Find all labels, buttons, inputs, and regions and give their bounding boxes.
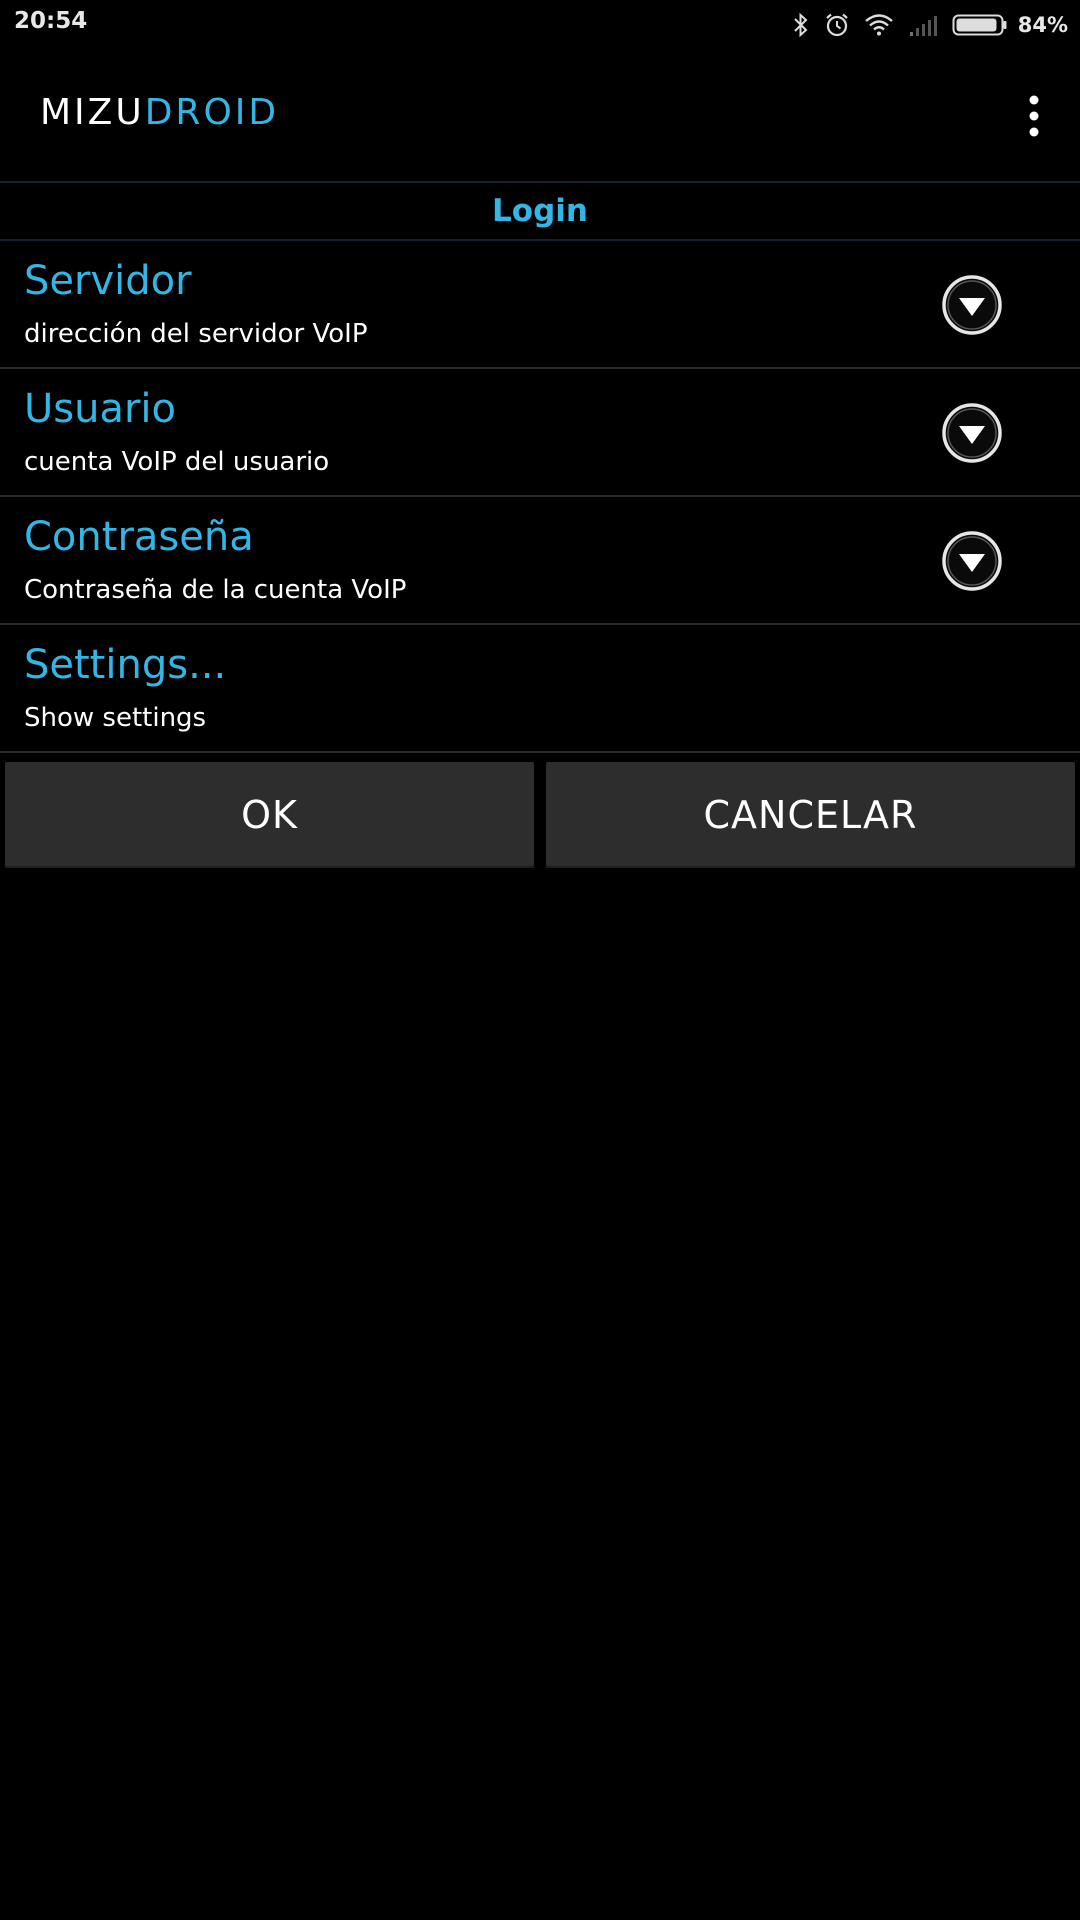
status-icons: 84%	[778, 10, 1068, 40]
more-vert-icon[interactable]	[1006, 86, 1062, 146]
button-bar: OK CANCELAR	[0, 762, 1080, 868]
preference-list: Servidor dirección del servidor VoIP Usu…	[0, 241, 1080, 753]
bluetooth-icon	[792, 12, 810, 38]
battery-percent: 84%	[1017, 13, 1068, 37]
battery-icon	[952, 13, 1008, 37]
dropdown-arrow-icon[interactable]	[940, 273, 1004, 337]
pref-title: Settings...	[24, 642, 227, 688]
pref-title: Servidor	[24, 258, 192, 304]
section-header-login: Login	[492, 193, 588, 229]
pref-summary: Show settings	[24, 703, 207, 733]
status-time: 20:54	[14, 8, 88, 34]
status-bar: 20:54 84%	[0, 0, 1080, 50]
pref-item-settings[interactable]: Settings... Show settings	[0, 625, 1080, 753]
pref-item-contrasena[interactable]: Contraseña Contraseña de la cuenta VoIP	[0, 497, 1080, 625]
dropdown-arrow-icon[interactable]	[940, 401, 1004, 465]
alarm-icon	[824, 12, 850, 38]
ok-button[interactable]: OK	[5, 762, 534, 868]
pref-title: Contraseña	[24, 514, 254, 560]
app-bar: MIZUDROID	[0, 50, 1080, 180]
wifi-icon	[864, 13, 894, 37]
logo-part-1: MIZU	[40, 92, 145, 133]
pref-item-servidor[interactable]: Servidor dirección del servidor VoIP	[0, 241, 1080, 369]
pref-summary: dirección del servidor VoIP	[24, 319, 368, 349]
app-logo: MIZUDROID	[40, 92, 279, 133]
dropdown-arrow-icon[interactable]	[940, 529, 1004, 593]
pref-summary: cuenta VoIP del usuario	[24, 447, 330, 477]
pref-summary: Contraseña de la cuenta VoIP	[24, 575, 407, 605]
pref-title: Usuario	[24, 386, 177, 432]
logo-part-2: DROID	[144, 92, 280, 133]
signal-icon	[908, 13, 938, 37]
pref-item-usuario[interactable]: Usuario cuenta VoIP del usuario	[0, 369, 1080, 497]
cancel-button[interactable]: CANCELAR	[546, 762, 1075, 868]
